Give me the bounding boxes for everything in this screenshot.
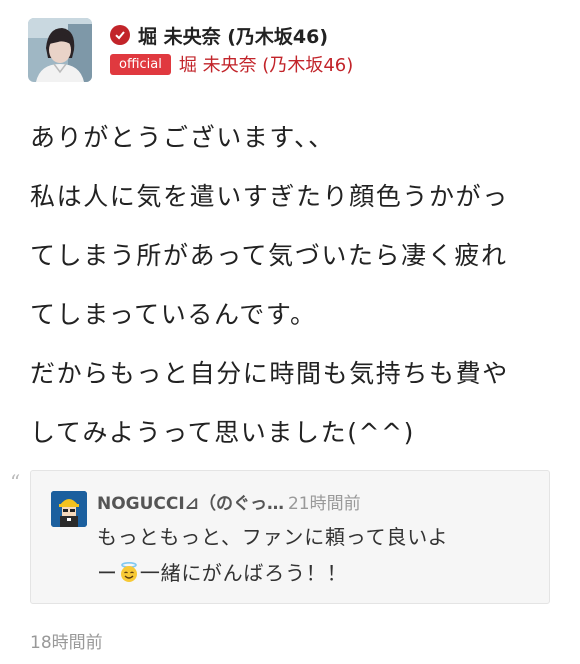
author-name-line: 堀 未央奈 (乃木坂46) <box>110 22 328 48</box>
reply-line-1: もっともっと、ファンに頼って良いよ <box>97 525 449 549</box>
smiling-face-with-halo-icon <box>118 558 140 594</box>
reply-text: もっともっと、ファンに頼って良いよ ー 一緒にがんばろう！！ <box>97 519 448 594</box>
body-line: てしまう所があって気づいたら凄く疲れ <box>30 241 508 270</box>
reply-time: 21時間前 <box>287 494 361 514</box>
verified-check-icon <box>110 25 130 45</box>
quote-mark-icon: “ <box>10 470 21 494</box>
reply-author[interactable]: NOGUCCI⊿（のぐっ… <box>97 494 284 514</box>
body-line: 私は人に気を遣いすぎたり顔色うかがっ <box>30 182 509 211</box>
reply-avatar[interactable] <box>51 491 87 527</box>
author-sub-name[interactable]: 堀 未央奈 (乃木坂46) <box>179 51 353 77</box>
body-line: してみようって思いました(^^) <box>30 418 416 447</box>
author-avatar[interactable] <box>28 18 92 82</box>
body-line: ありがとうございます、、 <box>30 123 335 152</box>
reply-line-2-suffix: 一緒にがんばろう！！ <box>139 561 348 585</box>
author-name[interactable]: 堀 未央奈 (乃木坂46) <box>138 22 328 49</box>
body-line: てしまっているんです。 <box>30 300 317 329</box>
post-body: ありがとうございます、、 私は人に気を遣いすぎたり顔色うかがっ てしまう所があっ… <box>30 108 570 462</box>
reply-card[interactable]: NOGUCCI⊿（のぐっ… 21時間前 もっともっと、ファンに頼って良いよ ー 一… <box>30 470 550 604</box>
post-header: 堀 未央奈 (乃木坂46) official 堀 未央奈 (乃木坂46) <box>28 18 568 88</box>
post-timestamp: 18時間前 <box>30 633 103 653</box>
reply-line-2-prefix: ー <box>97 561 118 585</box>
reply-header: NOGUCCI⊿（のぐっ… 21時間前 <box>97 489 361 514</box>
reply-line-2: ー 一緒にがんばろう！！ <box>97 555 448 594</box>
author-sub-line: official 堀 未央奈 (乃木坂46) <box>110 52 353 76</box>
official-badge: official <box>110 53 171 75</box>
body-line: だからもっと自分に時間も気持ちも費や <box>30 359 509 388</box>
